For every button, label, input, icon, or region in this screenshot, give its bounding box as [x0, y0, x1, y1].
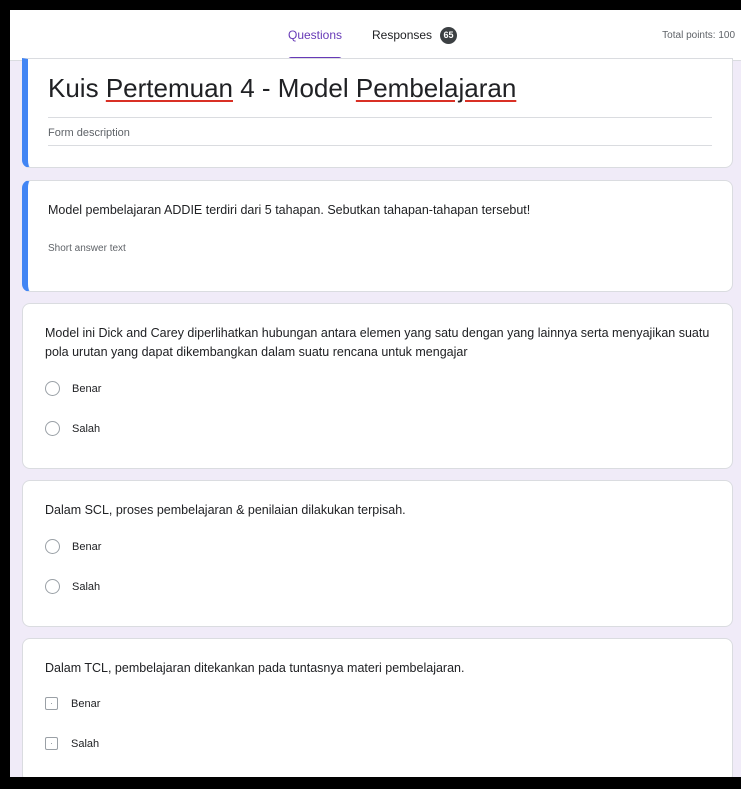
option-benar[interactable]: Benar — [45, 539, 101, 554]
form-description-field[interactable]: Form description — [48, 127, 130, 139]
responses-count-badge: 65 — [440, 26, 458, 44]
checkbox[interactable] — [45, 737, 58, 750]
option-benar[interactable]: Benar — [45, 381, 101, 396]
form-editor-frame: Questions Responses 65 Total points: 100… — [10, 10, 741, 777]
question-text: Dalam TCL, pembelajaran ditekankan pada … — [45, 661, 465, 675]
radio-button[interactable] — [45, 539, 60, 554]
tab-questions[interactable]: Questions — [288, 10, 343, 60]
radio-button[interactable] — [45, 579, 60, 594]
question-text: Dalam SCL, proses pembelajaran & penilai… — [45, 503, 406, 517]
question-card-3[interactable]: Dalam SCL, proses pembelajaran & penilai… — [22, 480, 733, 627]
option-salah[interactable]: Salah — [45, 579, 100, 594]
question-text: Model pembelajaran ADDIE terdiri dari 5 … — [48, 203, 531, 217]
option-label: Salah — [72, 422, 101, 435]
radio-button[interactable] — [45, 381, 60, 396]
tab-questions-label: Questions — [288, 28, 343, 42]
short-answer-placeholder: Short answer text — [48, 243, 126, 254]
radio-button[interactable] — [45, 421, 60, 436]
tab-responses-label: Responses — [372, 28, 433, 42]
form-title-word: 4 - Model — [240, 73, 349, 103]
question-card-1[interactable]: Model pembelajaran ADDIE terdiri dari 5 … — [22, 180, 733, 292]
option-salah[interactable]: Salah — [45, 421, 100, 436]
form-title[interactable]: Kuis Pertemuan 4 - Model Pembelajaran — [48, 73, 516, 104]
option-label: Salah — [71, 737, 100, 750]
total-points: Total points: 100 — [662, 29, 735, 41]
option-label: Benar — [71, 697, 101, 710]
tab-responses[interactable]: Responses 65 — [372, 10, 458, 60]
option-salah[interactable]: Salah — [45, 737, 99, 750]
question-card-2[interactable]: Model ini Dick and Carey diperlihatkan h… — [22, 303, 733, 469]
checkbox[interactable] — [45, 697, 58, 710]
option-label: Benar — [72, 540, 102, 553]
option-label: Benar — [72, 382, 102, 395]
form-title-word: Pertemuan — [105, 73, 233, 103]
form-title-word: Pembelajaran — [355, 73, 517, 103]
question-text: Model ini Dick and Carey diperlihatkan h… — [45, 326, 710, 359]
form-title-word: Kuis — [48, 73, 99, 103]
description-underline — [48, 145, 712, 146]
form-title-card[interactable]: Kuis Pertemuan 4 - Model Pembelajaran Fo… — [22, 58, 733, 168]
title-underline — [48, 117, 712, 118]
option-label: Salah — [72, 580, 101, 593]
option-benar[interactable]: Benar — [45, 697, 100, 710]
tab-bar: Questions Responses 65 Total points: 100 — [10, 10, 741, 61]
question-card-4[interactable]: Dalam TCL, pembelajaran ditekankan pada … — [22, 638, 733, 777]
